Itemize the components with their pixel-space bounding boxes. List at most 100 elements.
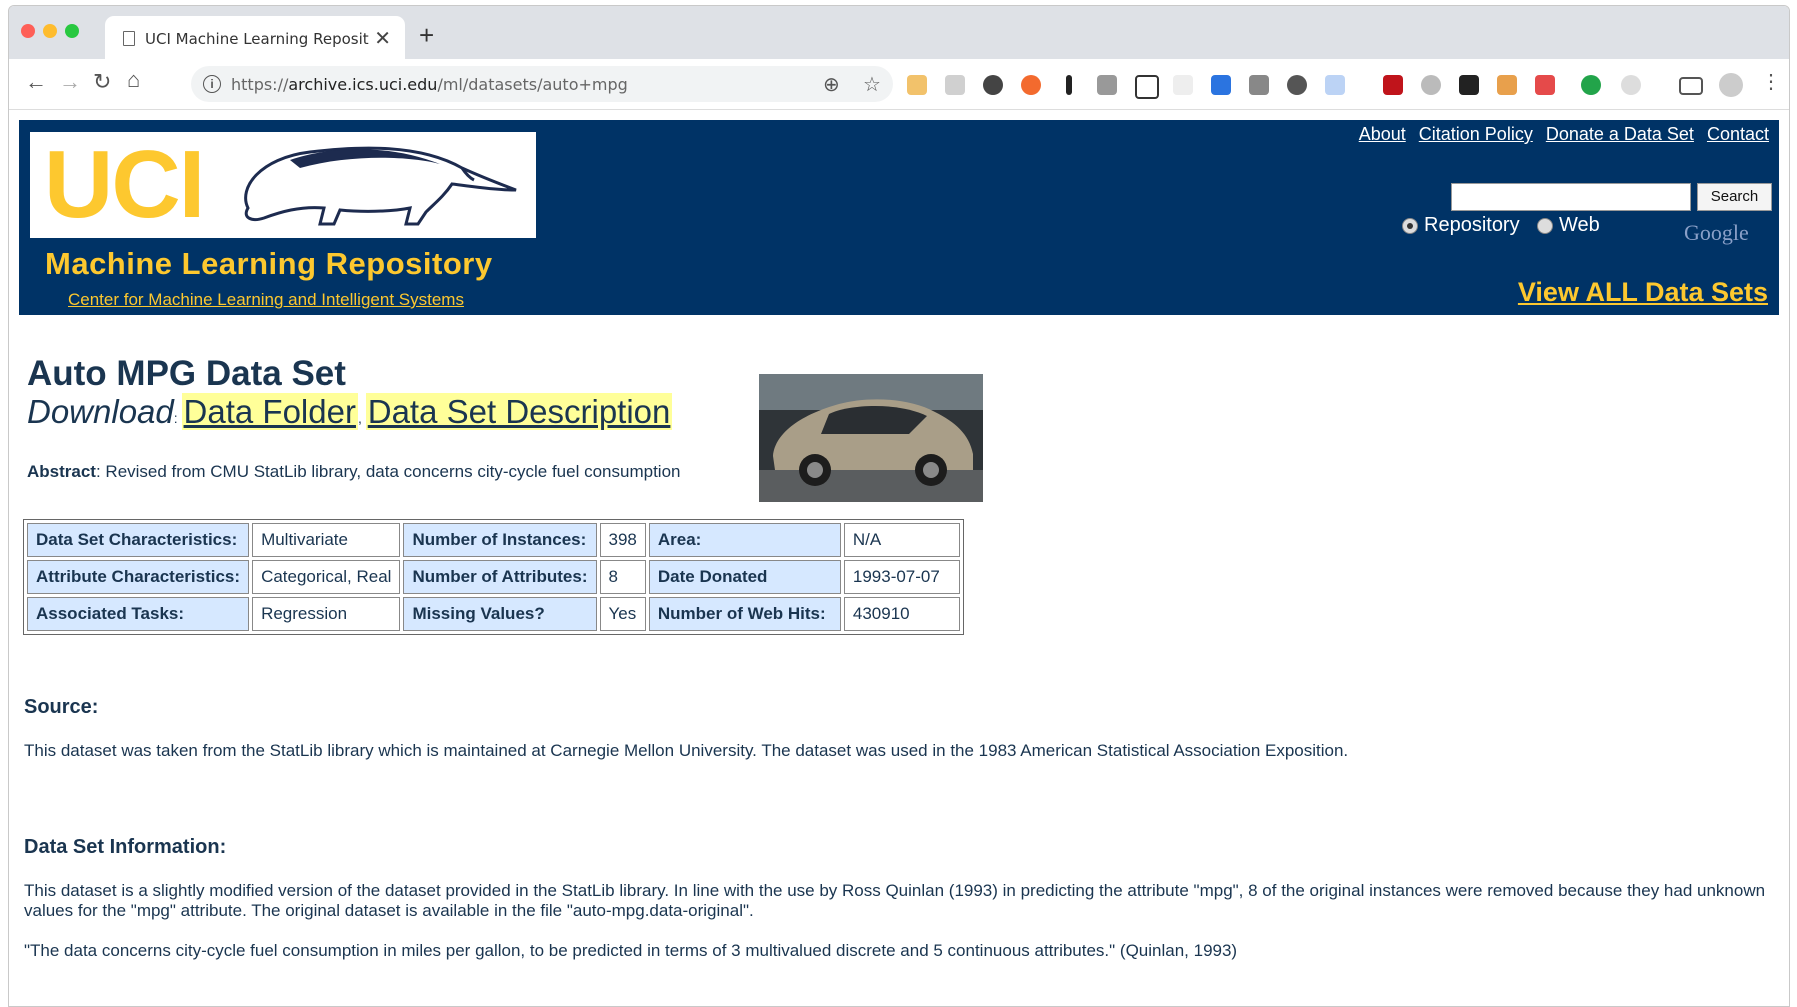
table-cell: 1993-07-07 (843, 560, 960, 594)
search-button[interactable]: Search (1697, 183, 1772, 211)
table-cell: N/A (843, 523, 960, 557)
google-logo: Google (1684, 220, 1749, 245)
dataset-info-paragraph-2: "The data concerns city-cycle fuel consu… (24, 941, 1238, 960)
site-info-icon[interactable]: i (203, 75, 221, 93)
citation-policy-link[interactable]: Citation Policy (1419, 124, 1533, 144)
radio-repository-label: Repository (1424, 214, 1520, 236)
radio-web[interactable] (1537, 218, 1553, 234)
extension-icon[interactable] (1459, 75, 1479, 95)
extension-icon[interactable] (1325, 75, 1345, 95)
extension-icon[interactable] (983, 75, 1003, 95)
bookmark-star-icon[interactable]: ☆ (863, 72, 881, 97)
donate-link[interactable]: Donate a Data Set (1546, 124, 1694, 144)
web-page: UCI Machine Learning Repository Center f… (9, 110, 1789, 1006)
table-cell: Multivariate (252, 523, 401, 557)
table-cell-header: Number of Attributes: (403, 560, 597, 594)
extension-icon[interactable] (1173, 75, 1193, 95)
zoom-icon[interactable]: ⊕ (823, 72, 840, 97)
abstract-text: : Revised from CMU StatLib library, data… (95, 462, 681, 481)
car-image (759, 374, 983, 502)
table-cell: Yes (599, 597, 646, 631)
extension-icon[interactable] (1021, 75, 1041, 95)
table-cell: 398 (599, 523, 646, 557)
browser-tab[interactable]: UCI Machine Learning Repositor ✕ (105, 16, 405, 59)
source-heading: Source: (24, 696, 99, 718)
dataset-characteristics-table: Data Set Characteristics: Multivariate N… (23, 519, 964, 635)
table-cell: Categorical, Real (252, 560, 401, 594)
extension-icon[interactable] (1581, 75, 1601, 95)
forward-icon[interactable]: → (59, 69, 81, 95)
abstract: Abstract: Revised from CMU StatLib libra… (27, 462, 681, 482)
view-all-datasets-link[interactable]: View ALL Data Sets (1518, 277, 1768, 308)
extension-icon[interactable] (1383, 75, 1403, 95)
center-link[interactable]: Center for Machine Learning and Intellig… (68, 290, 464, 310)
table-row: Attribute Characteristics: Categorical, … (27, 560, 960, 594)
browser-toolbar: ← → ↻ ⌂ i https://archive.ics.uci.edu/ml… (9, 59, 1789, 110)
extension-icon[interactable] (907, 75, 927, 95)
table-row: Associated Tasks: Regression Missing Val… (27, 597, 960, 631)
download-line: Download: Data Folder, Data Set Descript… (27, 393, 673, 430)
extension-icon[interactable] (1535, 75, 1555, 95)
extension-icon[interactable] (1421, 75, 1441, 95)
tab-close-icon[interactable]: ✕ (374, 26, 391, 51)
extension-icon[interactable] (1211, 75, 1231, 95)
tab-title: UCI Machine Learning Repositor (145, 30, 369, 48)
data-set-description-link[interactable]: Data Set Description (365, 393, 673, 430)
table-cell: 430910 (843, 597, 960, 631)
table-cell-header: Number of Web Hits: (648, 597, 841, 631)
table-cell-header: Associated Tasks: (27, 597, 250, 631)
url-path: /ml/datasets/auto+mpg (437, 75, 628, 94)
source-text: This dataset was taken from the StatLib … (24, 741, 1349, 760)
table-cell-header: Attribute Characteristics: (27, 560, 250, 594)
dataset-title: Auto MPG Data Set (27, 354, 346, 393)
table-cell: Regression (252, 597, 401, 631)
minimize-window-button[interactable] (43, 24, 57, 38)
extension-icon[interactable] (1066, 75, 1072, 95)
uci-logo-text: UCI (44, 131, 205, 238)
extension-icon[interactable] (1249, 75, 1269, 95)
table-cell-header: Data Set Characteristics: (27, 523, 250, 557)
radio-repository[interactable] (1402, 218, 1418, 234)
browser-window: UCI Machine Learning Repositor ✕ + ← → ↻… (8, 5, 1790, 1007)
top-nav-links: About Citation Policy Donate a Data Set … (1351, 124, 1769, 145)
close-window-button[interactable] (21, 24, 35, 38)
data-folder-link[interactable]: Data Folder (181, 393, 358, 430)
url-text[interactable]: https://archive.ics.uci.edu/ml/datasets/… (231, 75, 628, 94)
contact-link[interactable]: Contact (1707, 124, 1769, 144)
page-icon (123, 31, 135, 46)
search-input[interactable] (1451, 183, 1691, 211)
download-label: Download (27, 393, 174, 430)
extension-icon[interactable] (945, 75, 965, 95)
url-scheme: https:// (231, 75, 289, 94)
dataset-info-paragraph-1: This dataset is a slightly modified vers… (24, 881, 1766, 920)
back-icon[interactable]: ← (25, 69, 47, 95)
cast-icon[interactable] (1679, 77, 1703, 95)
uci-banner: UCI Machine Learning Repository Center f… (19, 120, 1779, 315)
abstract-label: Abstract (27, 462, 96, 481)
table-row: Data Set Characteristics: Multivariate N… (27, 523, 960, 557)
extension-icon[interactable] (1097, 75, 1117, 95)
reload-icon[interactable]: ↻ (93, 69, 111, 95)
radio-web-label: Web (1559, 214, 1600, 236)
extension-icon[interactable] (1621, 75, 1641, 95)
table-cell-header: Area: (648, 523, 841, 557)
anteater-icon (244, 146, 517, 226)
url-host: archive.ics.uci.edu (288, 75, 438, 94)
menu-kebab-icon[interactable]: ⋮ (1761, 69, 1781, 94)
about-link[interactable]: About (1359, 124, 1406, 144)
tab-strip: UCI Machine Learning Repositor ✕ + (9, 6, 1789, 59)
uci-logo[interactable]: UCI (30, 131, 536, 238)
profile-avatar[interactable] (1719, 73, 1743, 97)
table-cell-header: Missing Values? (403, 597, 597, 631)
table-cell: 8 (599, 560, 646, 594)
extension-icon[interactable] (1497, 75, 1517, 95)
table-cell-header: Number of Instances: (403, 523, 597, 557)
extension-icon[interactable] (1287, 75, 1307, 95)
repository-title: Machine Learning Repository (45, 246, 493, 281)
maximize-window-button[interactable] (65, 24, 79, 38)
address-bar[interactable]: i https://archive.ics.uci.edu/ml/dataset… (191, 66, 893, 102)
home-icon[interactable]: ⌂ (127, 67, 140, 93)
screenshot-icon[interactable] (1135, 75, 1159, 99)
new-tab-button[interactable]: + (419, 20, 434, 51)
table-cell-header: Date Donated (648, 560, 841, 594)
